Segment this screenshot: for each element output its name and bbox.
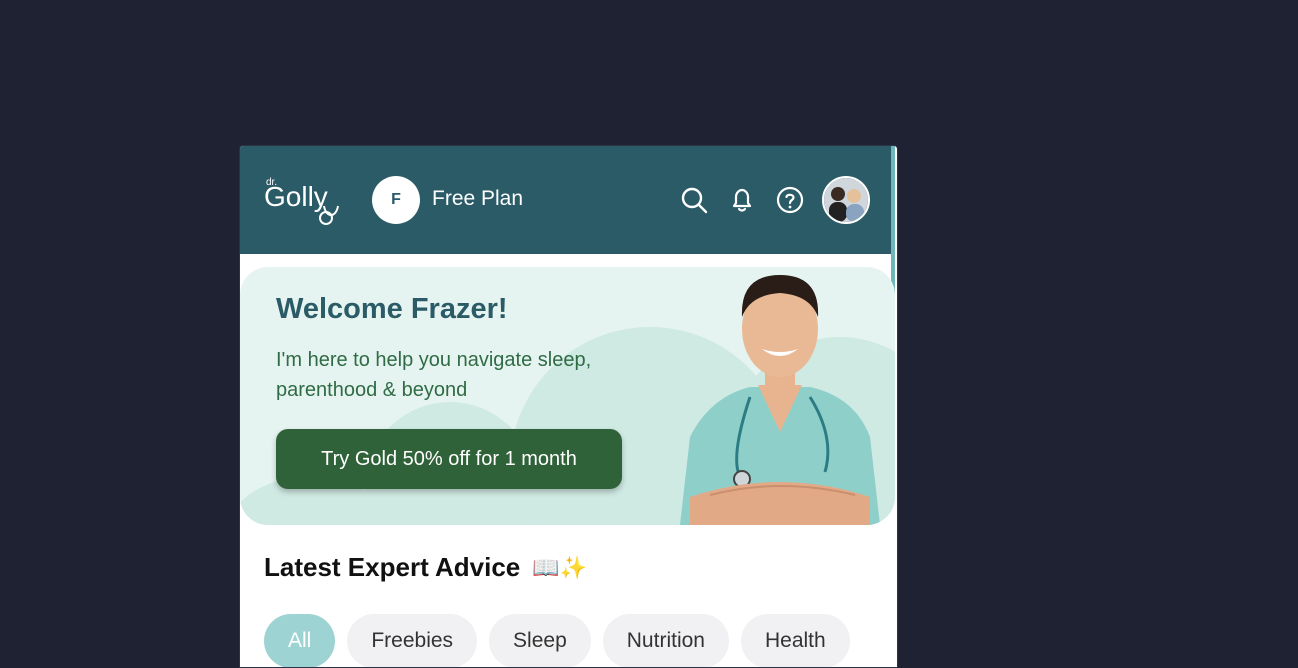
plan-label[interactable]: Free Plan (432, 187, 523, 211)
app-window: dr. Golly F Free Plan Welcome Frazer! I'… (239, 145, 898, 668)
profile-avatar[interactable] (822, 176, 870, 224)
section-title-text: Latest Expert Advice (264, 552, 521, 582)
welcome-banner: Welcome Frazer! I'm here to help you nav… (240, 267, 895, 525)
chip-freebies[interactable]: Freebies (347, 614, 478, 667)
try-gold-button[interactable]: Try Gold 50% off for 1 month (276, 429, 622, 489)
profile-photo (824, 178, 868, 222)
welcome-title: Welcome Frazer! (276, 293, 508, 325)
chip-health[interactable]: Health (740, 614, 850, 667)
plan-avatar[interactable]: F (372, 176, 420, 224)
doctor-illustration (680, 275, 880, 525)
book-sparkle-icon: 📖✨ (532, 554, 588, 580)
section-title: Latest Expert Advice 📖✨ (264, 552, 587, 583)
chip-all[interactable]: All (264, 614, 336, 667)
svg-text:Golly: Golly (264, 181, 328, 212)
help-icon[interactable] (776, 186, 804, 214)
chip-nutrition[interactable]: Nutrition (602, 614, 729, 667)
search-icon[interactable] (680, 186, 708, 214)
category-chips: All Freebies Sleep Nutrition Health (264, 614, 870, 667)
welcome-subtitle: I'm here to help you navigate sleep, par… (276, 349, 592, 401)
bell-icon[interactable] (728, 186, 756, 214)
chip-sleep[interactable]: Sleep (489, 614, 591, 667)
top-header: dr. Golly F Free Plan (240, 146, 895, 396)
dr-golly-logo[interactable]: dr. Golly (264, 176, 344, 226)
